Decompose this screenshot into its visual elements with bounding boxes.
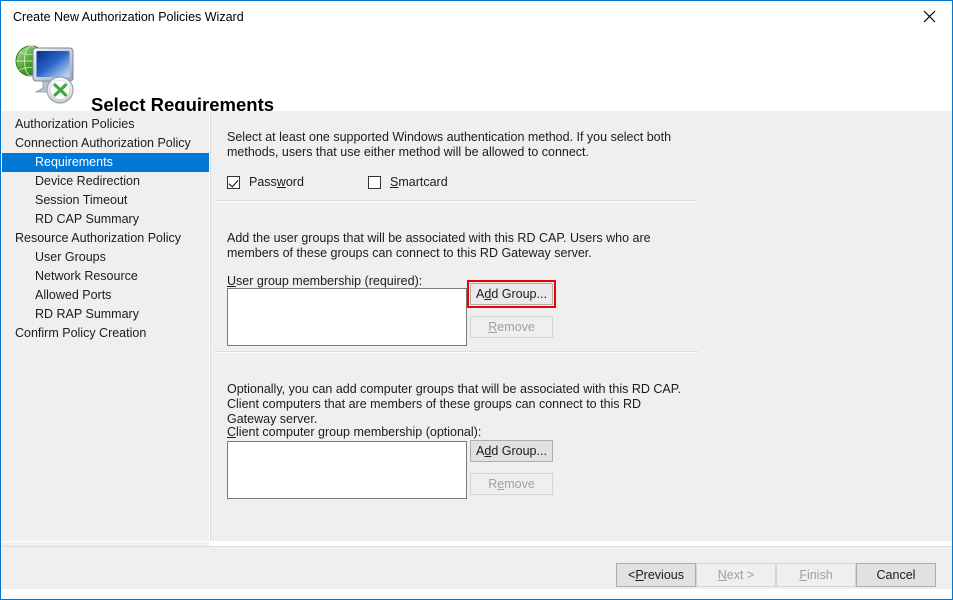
password-checkbox-label: Password <box>249 175 304 189</box>
user-group-membership-label: User group membership (required): <box>227 274 422 288</box>
add-user-group-button[interactable]: Add Group... <box>470 283 553 305</box>
client-computer-group-listbox[interactable] <box>227 441 467 499</box>
cancel-button[interactable]: Cancel <box>856 563 936 587</box>
sidebar-item-session-timeout[interactable]: Session Timeout <box>2 191 209 210</box>
add-client-group-button[interactable]: Add Group... <box>470 440 553 462</box>
remove-client-group-button[interactable]: Remove <box>470 473 553 495</box>
section-divider-bottom <box>215 351 698 353</box>
sidebar-item-allowed-ports[interactable]: Allowed Ports <box>2 286 209 305</box>
sidebar-item-network-resource[interactable]: Network Resource <box>2 267 209 286</box>
wizard-content-panel: Select at least one supported Windows au… <box>210 111 952 541</box>
remove-user-group-button[interactable]: Remove <box>470 316 553 338</box>
sidebar-item-resource-authorization-policy[interactable]: Resource Authorization Policy <box>2 229 209 248</box>
wizard-window: Create New Authorization Policies Wizard <box>0 0 953 600</box>
sidebar-item-requirements[interactable]: Requirements <box>2 153 209 172</box>
sidebar-item-connection-authorization-policy[interactable]: Connection Authorization Policy <box>2 134 209 153</box>
sidebar-item-device-redirection[interactable]: Device Redirection <box>2 172 209 191</box>
password-checkbox[interactable] <box>227 176 240 189</box>
rd-gateway-globe-monitor-icon <box>11 38 83 106</box>
smartcard-checkbox[interactable] <box>368 176 381 189</box>
next-button[interactable]: Next > <box>696 563 776 587</box>
wizard-step-navigation: Authorization Policies Connection Author… <box>2 111 209 589</box>
footer-divider <box>1 541 952 542</box>
title-bar: Create New Authorization Policies Wizard <box>1 1 952 32</box>
section-divider-top <box>215 200 698 202</box>
sidebar-item-rd-cap-summary[interactable]: RD CAP Summary <box>2 210 209 229</box>
sidebar-item-rd-rap-summary[interactable]: RD RAP Summary <box>2 305 209 324</box>
smartcard-checkbox-label: Smartcard <box>390 175 448 189</box>
window-title: Create New Authorization Policies Wizard <box>13 10 244 24</box>
authentication-method-description: Select at least one supported Windows au… <box>227 130 699 160</box>
client-computer-group-description: Optionally, you can add computer groups … <box>227 382 687 427</box>
smartcard-checkbox-row[interactable]: Smartcard <box>368 175 448 189</box>
user-group-description: Add the user groups that will be associa… <box>227 231 687 261</box>
close-icon[interactable] <box>906 1 952 31</box>
client-computer-group-label: Client computer group membership (option… <box>227 425 481 439</box>
window-bottom-strip <box>2 589 953 600</box>
wizard-header: Select Requirements <box>1 32 952 111</box>
password-checkbox-row[interactable]: Password <box>227 175 304 189</box>
sidebar-item-confirm-policy-creation[interactable]: Confirm Policy Creation <box>2 324 209 343</box>
user-group-membership-listbox[interactable] <box>227 288 467 346</box>
previous-button[interactable]: < Previous <box>616 563 696 587</box>
sidebar-item-authorization-policies[interactable]: Authorization Policies <box>2 115 209 134</box>
finish-button[interactable]: Finish <box>776 563 856 587</box>
sidebar-item-user-groups[interactable]: User Groups <box>2 248 209 267</box>
